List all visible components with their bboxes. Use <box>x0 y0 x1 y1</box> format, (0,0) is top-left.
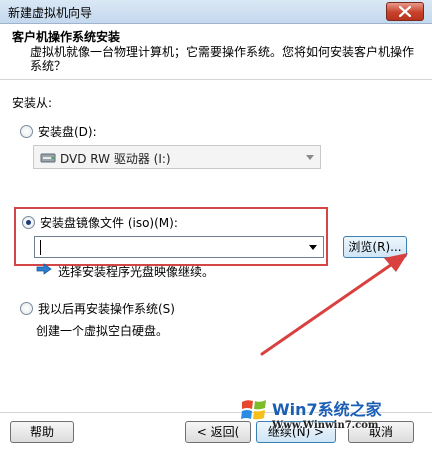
radio-install-disc[interactable] <box>20 125 33 138</box>
title-bar: 新建虚拟机向导 <box>0 0 432 24</box>
install-later-label[interactable]: 我以后再安装操作系统(S) <box>38 300 175 317</box>
radio-install-later[interactable] <box>20 302 33 315</box>
watermark: Win7系统之家 Www.Winwin7.com <box>236 392 432 440</box>
iso-path-combobox[interactable] <box>34 236 324 258</box>
chevron-down-icon <box>306 155 314 160</box>
install-iso-label[interactable]: 安装盘镜像文件 (iso)(M): <box>40 214 178 231</box>
chevron-down-icon[interactable] <box>309 245 317 250</box>
browse-button[interactable]: 浏览(R)... <box>343 236 407 258</box>
window-title: 新建虚拟机向导 <box>8 6 93 20</box>
install-disc-label[interactable]: 安装盘(D): <box>38 123 97 140</box>
help-button[interactable]: 帮助 <box>10 421 74 443</box>
drive-select[interactable]: DVD RW 驱动器 (I:) <box>33 145 321 169</box>
close-icon <box>399 6 411 17</box>
radio-install-iso[interactable] <box>22 216 35 229</box>
page-title: 客户机操作系统安装 <box>12 30 121 44</box>
close-button[interactable] <box>386 2 424 21</box>
install-later-description: 创建一个虚拟空白硬盘。 <box>36 324 169 338</box>
install-from-label: 安装从: <box>12 96 53 110</box>
watermark-url: Www.Winwin7.com <box>272 420 379 431</box>
iso-hint-text: 选择安装程序光盘映像继续。 <box>58 265 215 279</box>
dvd-drive-icon <box>40 153 56 163</box>
drive-select-value: DVD RW 驱动器 (I:) <box>60 152 171 166</box>
wizard-header: 客户机操作系统安装 虚拟机就像一台物理计算机；它需要操作系统。您将如何安装客户机… <box>0 24 432 80</box>
iso-path-input[interactable] <box>39 239 301 255</box>
page-subtitle: 虚拟机就像一台物理计算机；它需要操作系统。您将如何安装客户机操作系统？ <box>30 45 415 73</box>
watermark-brand: Win7系统之家 <box>272 400 382 419</box>
windows-logo-icon <box>241 400 266 420</box>
blue-arrow-right-icon <box>36 263 52 275</box>
text-caret <box>40 240 41 255</box>
